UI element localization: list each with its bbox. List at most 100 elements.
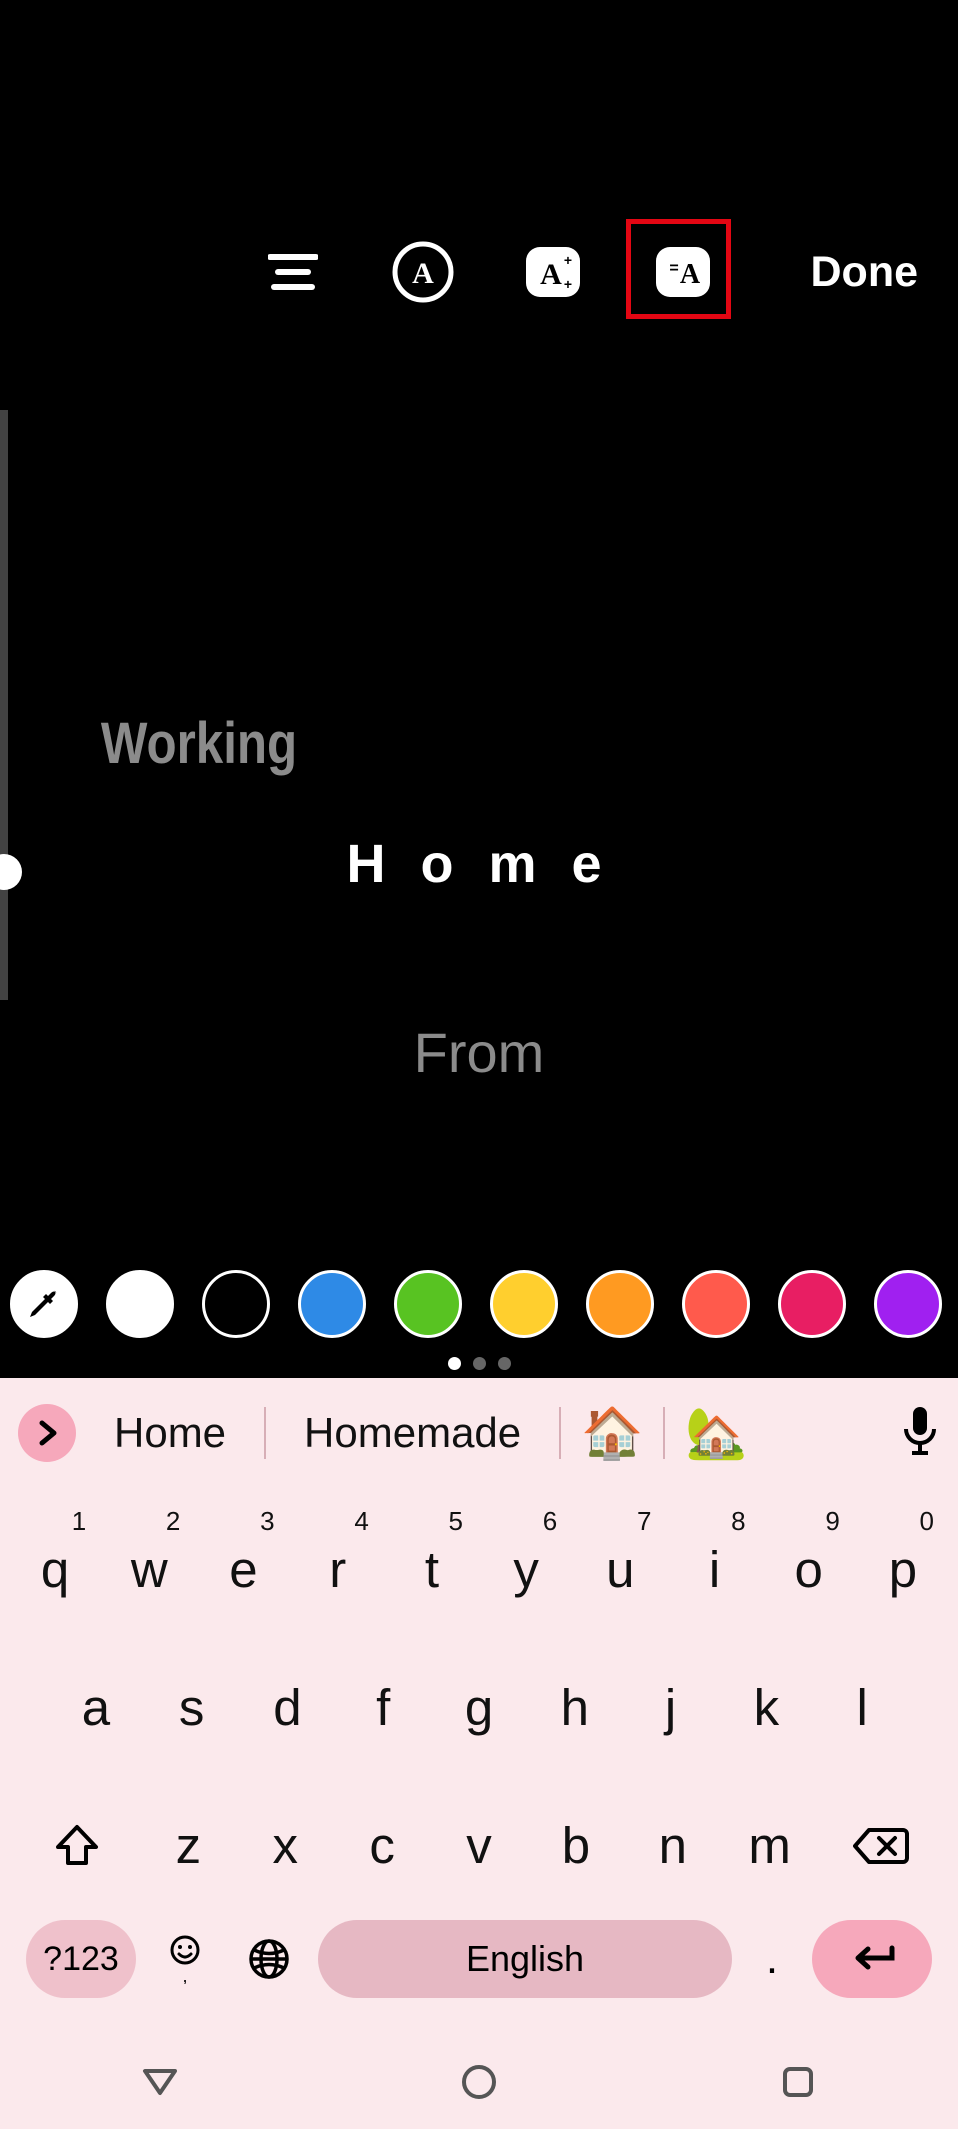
- eyedropper-button[interactable]: [10, 1270, 78, 1338]
- enter-icon: [848, 1944, 896, 1974]
- key-s[interactable]: s: [144, 1636, 240, 1779]
- key-a[interactable]: a: [48, 1636, 144, 1779]
- shift-key[interactable]: [14, 1774, 140, 1917]
- text-effect-button[interactable]: = A: [648, 237, 718, 307]
- key-i[interactable]: i8: [667, 1498, 761, 1641]
- key-row-3: zxcvbnm: [8, 1774, 950, 1917]
- color-swatch-3[interactable]: [394, 1270, 462, 1338]
- symbols-key[interactable]: ?123: [26, 1920, 136, 1998]
- color-swatch-4[interactable]: [490, 1270, 558, 1338]
- align-button[interactable]: [258, 237, 328, 307]
- key-q[interactable]: q1: [8, 1498, 102, 1641]
- font-style-button[interactable]: A: [388, 237, 458, 307]
- emoji-suggestion-1[interactable]: 🏠: [581, 1404, 643, 1463]
- key-d[interactable]: d: [240, 1636, 336, 1779]
- key-secondary: 1: [72, 1506, 86, 1537]
- key-z[interactable]: z: [140, 1774, 237, 1917]
- space-key[interactable]: English: [318, 1920, 732, 1998]
- shift-icon: [54, 1823, 100, 1869]
- key-secondary: 6: [543, 1506, 557, 1537]
- enter-key[interactable]: [812, 1920, 932, 1998]
- emoji-suggestion-2[interactable]: 🏡: [685, 1404, 747, 1463]
- chevron-right-icon: [34, 1420, 60, 1446]
- suggestion-2[interactable]: Homemade: [286, 1409, 539, 1457]
- nav-home-icon: [460, 2063, 498, 2101]
- prev-text-option[interactable]: Working: [0, 710, 606, 777]
- key-secondary: 8: [731, 1506, 745, 1537]
- period-key[interactable]: .: [746, 1920, 798, 1998]
- palette-page-dot[interactable]: [473, 1357, 486, 1370]
- suggestion-divider: [663, 1407, 665, 1459]
- key-x[interactable]: x: [237, 1774, 334, 1917]
- key-secondary: 7: [637, 1506, 651, 1537]
- color-swatch-1[interactable]: [202, 1270, 270, 1338]
- key-secondary: 3: [260, 1506, 274, 1537]
- text-size-icon: A + +: [524, 243, 582, 301]
- key-f[interactable]: f: [335, 1636, 431, 1779]
- emoji-icon: ,: [165, 1934, 205, 1984]
- microphone-icon: [900, 1405, 940, 1457]
- color-swatch-8[interactable]: [874, 1270, 942, 1338]
- svg-text:+: +: [564, 252, 572, 268]
- key-l[interactable]: l: [814, 1636, 910, 1779]
- palette-page-dot[interactable]: [498, 1357, 511, 1370]
- color-swatch-7[interactable]: [778, 1270, 846, 1338]
- color-swatch-2[interactable]: [298, 1270, 366, 1338]
- key-j[interactable]: j: [623, 1636, 719, 1779]
- key-secondary: 2: [166, 1506, 180, 1537]
- color-swatch-0[interactable]: [106, 1270, 174, 1338]
- language-key[interactable]: [234, 1920, 304, 1998]
- key-w[interactable]: w2: [102, 1498, 196, 1641]
- text-editor-toolbar: A A + + = A Done: [0, 230, 958, 314]
- nav-recent-icon: [781, 2065, 815, 2099]
- text-effect-icon: = A: [654, 243, 712, 301]
- suggestion-divider: [559, 1407, 561, 1459]
- svg-text:A: A: [412, 257, 434, 290]
- font-style-icon: A: [392, 241, 454, 303]
- suggestion-1[interactable]: Home: [96, 1409, 244, 1457]
- key-t[interactable]: t5: [385, 1498, 479, 1641]
- done-button[interactable]: Done: [811, 248, 919, 297]
- system-nav-bar: [0, 2035, 958, 2129]
- key-row-2: asdfghjkl: [8, 1636, 950, 1779]
- key-p[interactable]: p0: [856, 1498, 950, 1641]
- emoji-key[interactable]: ,: [150, 1920, 220, 1998]
- key-k[interactable]: k: [718, 1636, 814, 1779]
- color-swatch-6[interactable]: [682, 1270, 750, 1338]
- next-text-option[interactable]: From: [0, 1020, 958, 1085]
- key-m[interactable]: m: [721, 1774, 818, 1917]
- svg-text:+: +: [564, 276, 572, 292]
- svg-text:,: ,: [182, 1966, 187, 1984]
- nav-back-button[interactable]: [135, 2057, 185, 2107]
- align-icon: [268, 252, 318, 292]
- voice-input-button[interactable]: [900, 1405, 940, 1462]
- key-v[interactable]: v: [431, 1774, 528, 1917]
- current-text-input[interactable]: H o m e: [0, 833, 958, 895]
- key-r[interactable]: r4: [291, 1498, 385, 1641]
- key-e[interactable]: e3: [196, 1498, 290, 1641]
- nav-back-icon: [141, 2067, 179, 2097]
- eyedropper-icon: [26, 1286, 62, 1322]
- key-g[interactable]: g: [431, 1636, 527, 1779]
- text-size-slider[interactable]: [0, 410, 8, 1000]
- nav-home-button[interactable]: [454, 2057, 504, 2107]
- key-h[interactable]: h: [527, 1636, 623, 1779]
- palette-page-dot[interactable]: [448, 1357, 461, 1370]
- expand-suggestions-button[interactable]: [18, 1404, 76, 1462]
- nav-recent-button[interactable]: [773, 2057, 823, 2107]
- key-secondary: 9: [825, 1506, 839, 1537]
- key-secondary: 4: [354, 1506, 368, 1537]
- on-screen-keyboard: Home Homemade 🏠 🏡 q1w2e3r4t5y6u7i8o9p0 a…: [0, 1378, 958, 2129]
- globe-icon: [247, 1937, 291, 1981]
- color-swatch-5[interactable]: [586, 1270, 654, 1338]
- text-size-button[interactable]: A + +: [518, 237, 588, 307]
- key-o[interactable]: o9: [762, 1498, 856, 1641]
- key-secondary: 0: [920, 1506, 934, 1537]
- backspace-key[interactable]: [818, 1774, 944, 1917]
- key-y[interactable]: y6: [479, 1498, 573, 1641]
- key-c[interactable]: c: [334, 1774, 431, 1917]
- key-u[interactable]: u7: [573, 1498, 667, 1641]
- palette-pagination: [0, 1357, 958, 1370]
- key-n[interactable]: n: [624, 1774, 721, 1917]
- key-b[interactable]: b: [527, 1774, 624, 1917]
